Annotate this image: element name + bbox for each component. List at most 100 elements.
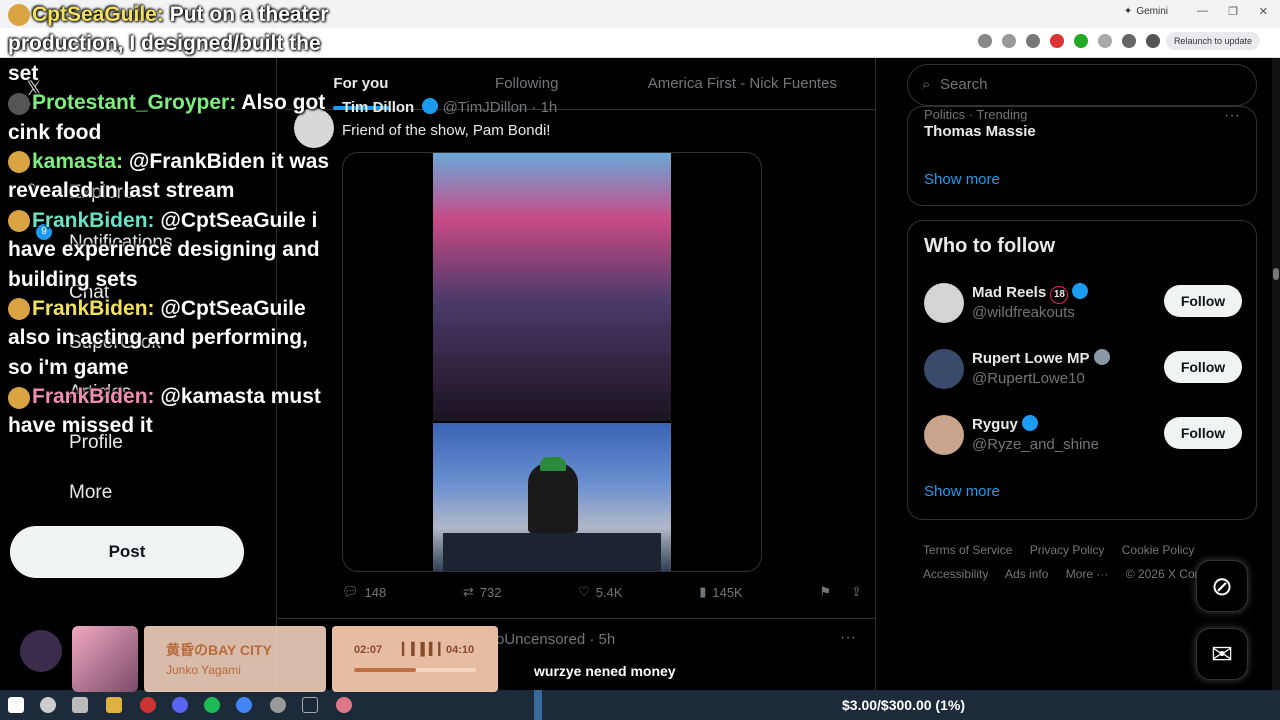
- trend-more-icon[interactable]: ···: [1224, 107, 1240, 125]
- views-button[interactable]: ▮ 145K: [699, 584, 743, 600]
- screenshot-icon[interactable]: [978, 34, 992, 48]
- chat-message: Protestant_Groyper: Also got cink food: [8, 88, 338, 147]
- suggestion-name[interactable]: Ryguy: [972, 415, 1038, 433]
- suggestion-handle[interactable]: @Ryze_and_shine: [972, 436, 1099, 453]
- reply-icon: 💬︎: [342, 584, 359, 599]
- suggestion-handle[interactable]: @RupertLowe10: [972, 370, 1085, 387]
- chrome-icon[interactable]: [236, 697, 252, 713]
- chat-username: kamasta:: [32, 149, 124, 173]
- footer-link[interactable]: Ads info: [1005, 567, 1048, 581]
- tab-america-first[interactable]: America First - Nick Fuentes: [610, 58, 875, 110]
- gemini-button[interactable]: ✦ Gemini: [1124, 6, 1168, 17]
- album-cover: [72, 626, 138, 692]
- star-icon[interactable]: [1026, 34, 1040, 48]
- extension-gray-icon[interactable]: [1098, 34, 1112, 48]
- share-icon[interactable]: ⇪: [851, 584, 862, 600]
- close-icon[interactable]: ✕: [1259, 5, 1268, 18]
- avatar[interactable]: [924, 349, 964, 389]
- tweet-author-name[interactable]: Tim Dillon: [342, 99, 414, 116]
- who-to-follow-title: Who to follow: [924, 235, 1056, 257]
- stream-chat-overlay: CptSeaGuile: Put on a theater production…: [8, 0, 338, 441]
- avatar[interactable]: [924, 283, 964, 323]
- footer-link[interactable]: Cookie Policy: [1122, 543, 1195, 557]
- app-icon[interactable]: [336, 697, 352, 713]
- app-icon[interactable]: [270, 697, 286, 713]
- suggestion-handle[interactable]: @wildfreakouts: [972, 304, 1075, 321]
- verified-icon: [1021, 415, 1038, 431]
- footer-link[interactable]: Privacy Policy: [1030, 543, 1105, 557]
- like-button[interactable]: ♡ 5.4K: [578, 584, 622, 600]
- next-tweet-handle[interactable]: oUncensored · 5h: [496, 631, 615, 648]
- green-hat: [540, 457, 566, 471]
- emote-icon: [8, 151, 30, 174]
- more-options-icon[interactable]: ···: [840, 629, 856, 647]
- suggestion-name[interactable]: Mad Reels 18: [972, 283, 1089, 304]
- search-icon[interactable]: [40, 697, 56, 713]
- grok-button[interactable]: ⊘: [1196, 560, 1248, 612]
- current-time: 02:07: [354, 644, 383, 656]
- steam-icon[interactable]: [302, 697, 318, 713]
- footer-link[interactable]: More ···: [1066, 567, 1109, 581]
- obs-icon[interactable]: [140, 697, 156, 713]
- tweet-text: Friend of the show, Pam Bondi!: [342, 122, 551, 139]
- search-input[interactable]: ⌕ Search: [907, 64, 1257, 106]
- repost-button[interactable]: ⇄ 732: [463, 584, 502, 600]
- video-frame-top: [433, 153, 671, 421]
- bookmark-button[interactable]: ⚑ ⇪: [819, 584, 862, 600]
- show-more-trends[interactable]: Show more: [924, 171, 1000, 188]
- follow-button[interactable]: Follow: [1164, 285, 1242, 317]
- follow-suggestion[interactable]: Ryguy @Ryze_and_shine Follow: [924, 413, 1242, 457]
- trend-item[interactable]: Thomas Massie: [924, 123, 1036, 140]
- extensions-puzzle-icon[interactable]: [1122, 34, 1136, 48]
- bookmark-icon: ⚑: [819, 584, 832, 599]
- tweet-author[interactable]: Tim Dillon @TimJDillon · 1h: [342, 98, 557, 116]
- avatar[interactable]: [924, 415, 964, 455]
- show-more-follow[interactable]: Show more: [924, 483, 1000, 500]
- follow-button[interactable]: Follow: [1164, 417, 1242, 449]
- follow-suggestion[interactable]: Mad Reels 18 @wildfreakouts Follow: [924, 281, 1242, 325]
- messages-button[interactable]: ✉: [1196, 628, 1248, 680]
- post-button[interactable]: Post: [10, 526, 244, 578]
- file-explorer-icon[interactable]: [106, 697, 122, 713]
- repost-icon: ⇄: [462, 584, 474, 599]
- scrollbar[interactable]: [1272, 58, 1280, 690]
- tweet-video[interactable]: [342, 152, 762, 572]
- reply-button[interactable]: 💬︎ 148: [342, 584, 386, 600]
- follow-button[interactable]: Follow: [1164, 351, 1242, 383]
- trends-panel: Politics · Trending Thomas Massie ··· Sh…: [907, 106, 1257, 206]
- track-info: 黄昏のBAY CITY Junko Yagami: [144, 626, 326, 692]
- suggestion-name[interactable]: Rupert Lowe MP: [972, 349, 1110, 367]
- scrollbar-thumb[interactable]: [1273, 268, 1279, 280]
- who-to-follow-panel: Who to follow Mad Reels 18 @wildfreakout…: [907, 220, 1257, 520]
- track-progress: 02:07 ▎▍▌▍▎ 04:10: [332, 626, 498, 692]
- footer-copyright: © 2026 X Cor: [1125, 567, 1199, 581]
- chat-username: FrankBiden:: [32, 208, 155, 232]
- footer-link[interactable]: Accessibility: [923, 567, 988, 581]
- spotify-icon[interactable]: [204, 697, 220, 713]
- maximize-icon[interactable]: ❐: [1228, 5, 1238, 18]
- minimize-icon[interactable]: —: [1197, 5, 1208, 17]
- total-time: 04:10: [446, 644, 475, 656]
- extension-green-icon[interactable]: [1074, 34, 1088, 48]
- extension-icons: [978, 34, 1160, 48]
- chat-username: CptSeaGuile:: [32, 3, 164, 26]
- progress-fill: [354, 668, 417, 672]
- nav-item-more[interactable]: More: [69, 482, 112, 504]
- discord-icon[interactable]: [172, 697, 188, 713]
- search-icon: ⌕: [922, 76, 931, 93]
- relaunch-button[interactable]: Relaunch to update: [1165, 32, 1260, 50]
- follow-suggestion[interactable]: Rupert Lowe MP @RupertLowe10 Follow: [924, 347, 1242, 391]
- video-frame-bottom: [433, 423, 671, 571]
- waveform-icon: ▎▍▌▍▎: [402, 642, 448, 656]
- zoom-icon[interactable]: [1002, 34, 1016, 48]
- tweet-handle[interactable]: @TimJDillon · 1h: [443, 99, 558, 116]
- age-badge: 18: [1050, 286, 1069, 304]
- task-view-icon[interactable]: [72, 697, 88, 713]
- extension-red-icon[interactable]: [1050, 34, 1064, 48]
- start-icon[interactable]: [8, 697, 24, 713]
- emote-icon: [8, 4, 30, 27]
- footer-link[interactable]: Terms of Service: [923, 543, 1012, 557]
- taskbar-divider: [534, 690, 542, 720]
- chat-message: CptSeaGuile: Put on a theater production…: [8, 0, 338, 88]
- profile-avatar-icon[interactable]: [1146, 34, 1160, 48]
